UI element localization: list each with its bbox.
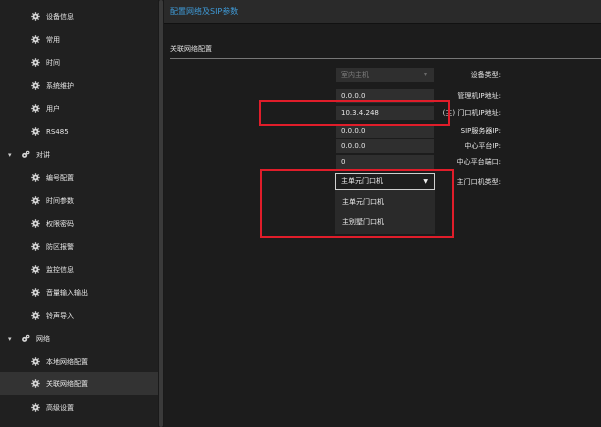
page-title: 配置网络及SIP参数 <box>164 0 601 24</box>
device-type-row: 设备类型: 室内主机 ▾ <box>164 68 601 82</box>
sidebar-item-device-info[interactable]: 设备信息 <box>0 5 158 28</box>
sidebar-item-time-params[interactable]: 时间参数 <box>0 189 158 212</box>
sidebar-item-label: 本地网络配置 <box>46 357 88 366</box>
sidebar-item-label: 对讲 <box>36 150 50 159</box>
sidebar-item-local-network[interactable]: 本地网络配置 <box>0 350 158 373</box>
gear-icon <box>30 219 40 229</box>
gear-icon <box>30 357 40 367</box>
gear-icon <box>30 173 40 183</box>
sidebar-item-monitor-info[interactable]: 监控信息 <box>0 258 158 281</box>
sidebar-item-label: 高级设置 <box>46 403 74 412</box>
gear-icon <box>30 127 40 137</box>
gear-icon <box>30 104 40 114</box>
sidebar-item-zone-alarm[interactable]: 防区报警 <box>0 235 158 258</box>
sidebar-item-advanced[interactable]: 高级设置 <box>0 396 158 419</box>
sidebar-item-label: 系统维护 <box>46 81 74 90</box>
gear-icon <box>30 288 40 298</box>
center-port-input[interactable]: 0 <box>336 155 434 169</box>
sidebar-item-rs485[interactable]: RS485 <box>0 120 158 143</box>
sidebar-item-label: 网络 <box>36 334 50 343</box>
highlight-box-door-ip <box>259 100 450 126</box>
sidebar-item-label: 音量输入输出 <box>46 288 88 297</box>
gear-icon <box>30 379 40 389</box>
gear-icon <box>30 58 40 68</box>
sidebar-item-numbering[interactable]: 编号配置 <box>0 166 158 189</box>
sidebar-item-linked-network[interactable]: 关联网络配置 <box>0 372 158 395</box>
sidebar-item-label: 防区报警 <box>46 242 74 251</box>
sidebar-item-label: 编号配置 <box>46 173 74 182</box>
gear-icon <box>30 196 40 206</box>
sidebar-item-label: 铃声导入 <box>46 311 74 320</box>
chevron-down-icon: ▾ <box>423 71 427 78</box>
gear-icon <box>30 242 40 252</box>
sidebar-item-user[interactable]: 用户 <box>0 97 158 120</box>
sidebar-item-common[interactable]: 常用 <box>0 28 158 51</box>
sidebar-group-network[interactable]: ▾ 网络 <box>0 327 158 350</box>
chevron-down-icon: ▾ <box>8 334 12 343</box>
gear-icon <box>30 311 40 321</box>
sidebar-item-label: 时间参数 <box>46 196 74 205</box>
sidebar-item-label: RS485 <box>46 127 69 136</box>
gear-icon <box>30 35 40 45</box>
sidebar-item-label: 常用 <box>46 35 60 44</box>
sidebar-item-label: 权限密码 <box>46 219 74 228</box>
center-ip-input[interactable]: 0.0.0.0 <box>336 139 434 153</box>
gear-icon <box>30 81 40 91</box>
gear-icon <box>30 403 40 413</box>
section-title: 关联网络配置 <box>170 45 212 53</box>
sidebar-item-system-maintenance[interactable]: 系统维护 <box>0 74 158 97</box>
gear-icon <box>30 12 40 22</box>
sidebar-item-ringtone-import[interactable]: 铃声导入 <box>0 304 158 327</box>
settings-group-icon <box>20 334 30 344</box>
chevron-down-icon: ▾ <box>8 150 12 159</box>
sip-ip-row: SIP服务器IP: 0.0.0.0 <box>164 124 601 138</box>
highlight-box-door-type <box>260 169 454 238</box>
sidebar-item-time[interactable]: 时间 <box>0 51 158 74</box>
sip-ip-input[interactable]: 0.0.0.0 <box>336 124 434 138</box>
section-divider <box>170 58 601 59</box>
device-type-select[interactable]: 室内主机 ▾ <box>336 68 434 82</box>
sidebar-item-label: 设备信息 <box>46 12 74 21</box>
sidebar-item-label: 监控信息 <box>46 265 74 274</box>
sidebar-item-volume-io[interactable]: 音量输入输出 <box>0 281 158 304</box>
sidebar-group-intercom[interactable]: ▾ 对讲 <box>0 143 158 166</box>
sidebar-scroll-thumb[interactable] <box>159 0 163 427</box>
sidebar-item-label: 时间 <box>46 58 60 67</box>
sidebar-item-label: 用户 <box>46 104 60 113</box>
sidebar-item-label: 关联网络配置 <box>46 379 88 388</box>
sidebar-item-permission-password[interactable]: 权限密码 <box>0 212 158 235</box>
center-ip-row: 中心平台IP: 0.0.0.0 <box>164 139 601 153</box>
center-port-row: 中心平台端口: 0 <box>164 155 601 169</box>
gear-icon <box>30 265 40 275</box>
settings-group-icon <box>20 150 30 160</box>
sidebar: 设备信息 常用 时间 系统维护 用户 RS485 ▾ 对讲 编号配置 时间参数 … <box>0 0 158 427</box>
